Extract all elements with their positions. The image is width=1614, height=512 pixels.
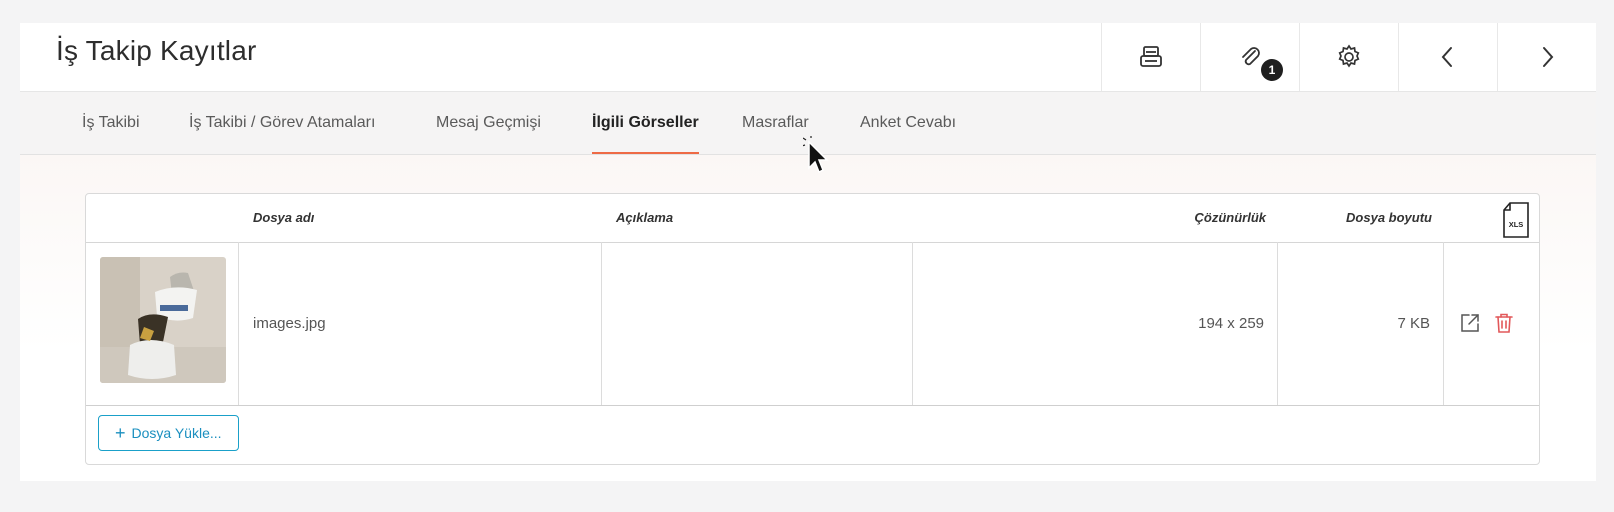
column-header-size[interactable]: Dosya boyutu	[1286, 194, 1432, 242]
table-row[interactable]: images.jpg 194 x 259 7 KB	[86, 242, 1539, 406]
cell-size: 7 KB	[1397, 315, 1430, 332]
page-header: İş Takip Kayıtlar 1	[20, 23, 1596, 92]
column-header-description[interactable]: Açıklama	[616, 194, 673, 242]
toolbar: 1	[1101, 23, 1596, 91]
tab-mesaj-gecmisi[interactable]: Mesaj Geçmişi	[436, 92, 541, 154]
attachment-count-badge: 1	[1261, 59, 1283, 81]
paperclip-icon	[1242, 47, 1260, 66]
cell-filename: images.jpg	[253, 315, 326, 332]
tab-anket-cevabi[interactable]: Anket Cevabı	[860, 92, 956, 154]
tab-is-takibi[interactable]: İş Takibi	[82, 92, 140, 154]
image-thumbnail[interactable]	[100, 257, 226, 383]
external-link-icon[interactable]	[1459, 312, 1481, 334]
images-grid: Dosya adı Açıklama Çözünürlük Dosya boyu…	[85, 193, 1540, 465]
trash-icon[interactable]	[1493, 312, 1515, 334]
grid-header: Dosya adı Açıklama Çözünürlük Dosya boyu…	[86, 194, 1539, 243]
column-header-resolution[interactable]: Çözünürlük	[1086, 194, 1267, 242]
gear-icon	[1338, 44, 1360, 68]
tab-ilgili-gorseller[interactable]: İlgili Görseller	[592, 92, 699, 154]
xls-icon-label: XLS	[1509, 220, 1524, 229]
plus-icon: +	[115, 423, 126, 443]
xls-file-icon[interactable]: XLS	[1502, 202, 1530, 238]
upload-file-button[interactable]: + Dosya Yükle...	[98, 415, 239, 451]
printer-icon	[1140, 46, 1162, 67]
attachments-button[interactable]: 1	[1200, 23, 1299, 91]
previous-button[interactable]	[1398, 23, 1497, 91]
cell-resolution: 194 x 259	[1198, 315, 1264, 332]
upload-file-label: Dosya Yükle...	[131, 425, 222, 441]
row-actions	[1459, 312, 1515, 334]
print-button[interactable]	[1101, 23, 1200, 91]
chevron-left-icon	[1441, 47, 1452, 67]
settings-button[interactable]	[1299, 23, 1398, 91]
column-header-filename[interactable]: Dosya adı	[253, 194, 314, 242]
main-panel: İş Takip Kayıtlar 1 İş Takibi İş Takibi …	[20, 23, 1596, 481]
mouse-cursor-icon	[803, 136, 829, 174]
chevron-right-icon	[1543, 47, 1554, 67]
tab-gorev-atamalari[interactable]: İş Takibi / Görev Atamaları	[189, 92, 375, 154]
page-title: İş Takip Kayıtlar	[56, 35, 257, 66]
tab-masraflar[interactable]: Masraflar	[742, 92, 809, 154]
next-button[interactable]	[1497, 23, 1596, 91]
